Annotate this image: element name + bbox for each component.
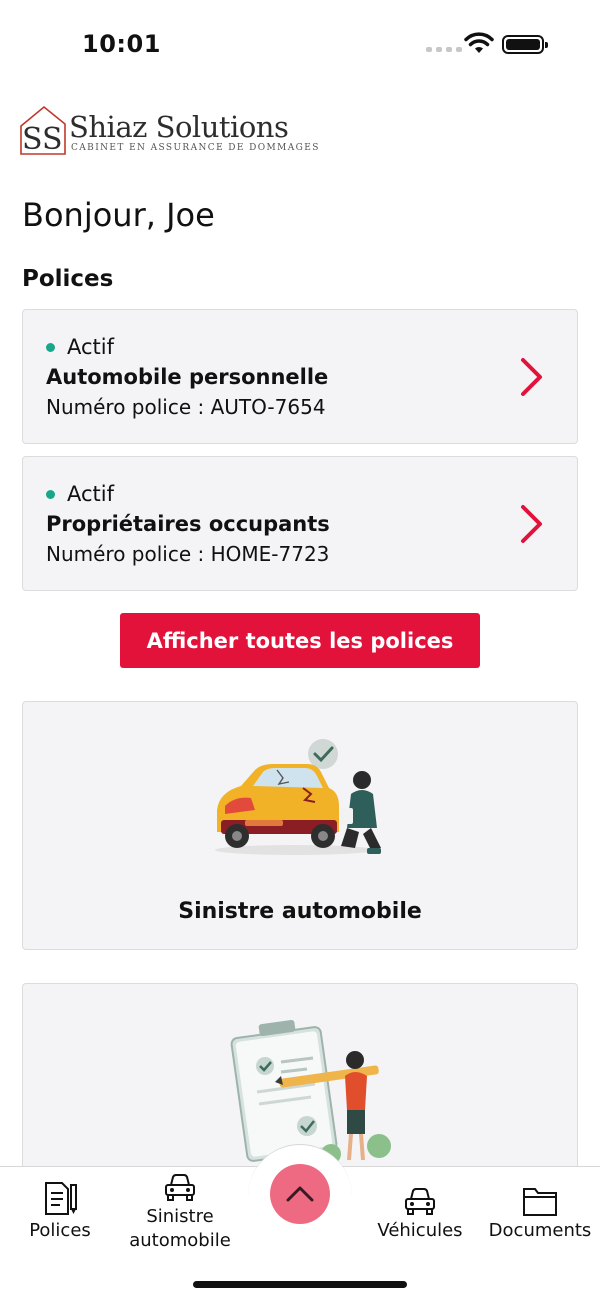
tab-label: Polices <box>29 1220 91 1241</box>
car-icon <box>405 1188 435 1215</box>
tab-vehicles[interactable]: Véhicules <box>360 1187 480 1243</box>
tab-documents[interactable]: Documents <box>480 1185 600 1243</box>
brand-tagline: CABINET EN ASSURANCE DE DOMMAGES <box>71 143 320 153</box>
chevron-up-icon <box>286 1186 314 1202</box>
document-pencil-icon <box>45 1182 77 1215</box>
checklist-illustration <box>230 1019 391 1164</box>
battery-icon <box>502 35 548 54</box>
tab-auto-claim[interactable]: Sinistre automobile <box>120 1173 240 1253</box>
status-dot <box>46 342 55 352</box>
policy-status: Actif <box>46 335 114 359</box>
status-bar: 10:01 <box>0 0 600 90</box>
tab-label: Véhicules <box>377 1220 463 1241</box>
policy-card[interactable]: Actif Propriétaires occupants Numéro pol… <box>22 456 578 591</box>
status-label: Actif <box>67 482 115 506</box>
folder-icon <box>523 1188 557 1216</box>
policy-status: Actif <box>46 482 114 506</box>
auto-claim-card[interactable]: Sinistre automobile <box>22 701 578 950</box>
status-dot <box>46 489 55 499</box>
policy-title: Propriétaires occupants <box>46 512 330 536</box>
show-all-policies-button[interactable]: Afficher toutes les polices <box>120 613 480 668</box>
policy-number: Numéro police : AUTO-7654 <box>46 395 326 419</box>
status-label: Actif <box>67 335 115 359</box>
cellular-signal-icon <box>426 47 462 52</box>
chevron-right-icon[interactable] <box>519 357 545 397</box>
car-icon <box>165 1174 195 1201</box>
tab-polices[interactable]: Polices <box>0 1181 120 1243</box>
logo-monogram: SS <box>22 122 63 157</box>
tab-label: Documents <box>488 1220 592 1241</box>
brand-logo: SS Shiaz Solutions CABINET EN ASSURANCE … <box>17 104 318 158</box>
policy-card[interactable]: Actif Automobile personnelle Numéro poli… <box>22 309 578 444</box>
policies-section-title: Polices <box>22 266 114 292</box>
policy-title: Automobile personnelle <box>46 365 329 389</box>
auto-claim-label: Sinistre automobile <box>178 899 422 924</box>
house-logo-icon: SS <box>20 105 66 157</box>
scroll-top-button[interactable] <box>270 1164 330 1224</box>
policy-number: Numéro police : HOME-7723 <box>46 542 330 566</box>
greeting: Bonjour, Joe <box>22 196 215 234</box>
tab-label: Sinistre automobile <box>129 1206 231 1251</box>
car-damage-illustration <box>215 739 381 855</box>
status-time: 10:01 <box>82 30 161 58</box>
wifi-icon <box>464 32 494 53</box>
home-indicator <box>193 1281 407 1288</box>
brand-name: Shiaz Solutions <box>69 110 289 144</box>
chevron-right-icon[interactable] <box>519 504 545 544</box>
